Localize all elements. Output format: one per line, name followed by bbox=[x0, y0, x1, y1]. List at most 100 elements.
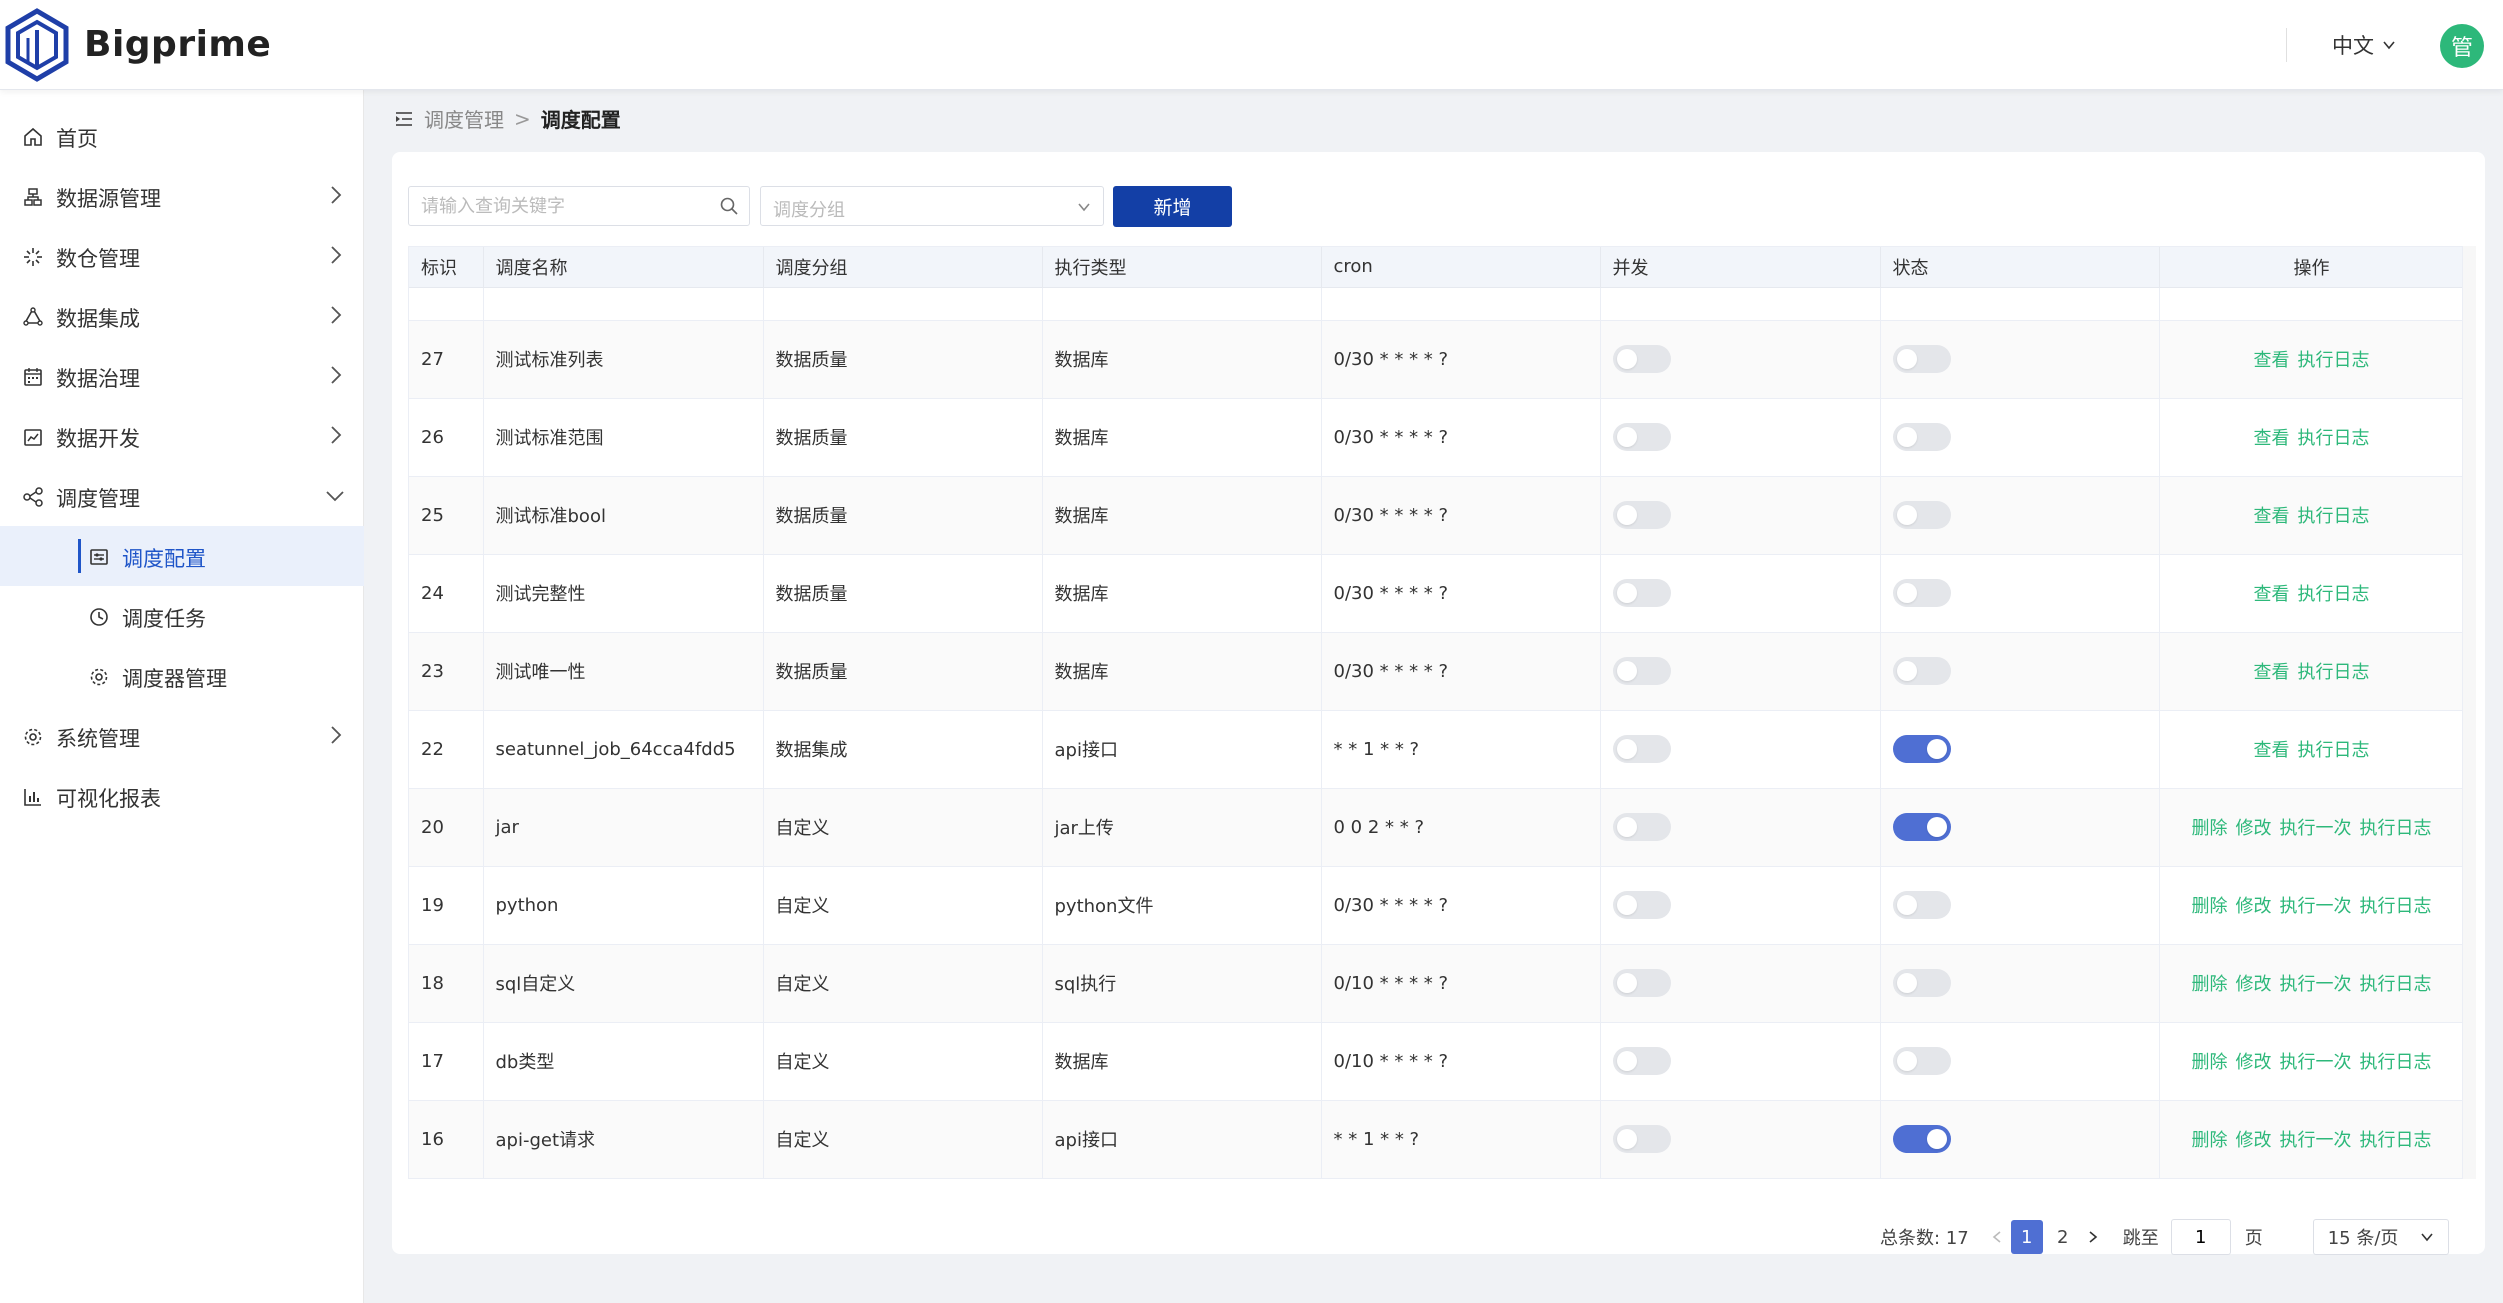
cell-id: 18 bbox=[409, 944, 484, 1023]
action-link[interactable]: 删除 bbox=[2192, 974, 2228, 995]
status-toggle[interactable] bbox=[1892, 423, 1951, 451]
status-toggle[interactable] bbox=[1892, 345, 1951, 373]
status-toggle[interactable] bbox=[1892, 969, 1951, 997]
action-link[interactable]: 查看 bbox=[2254, 350, 2290, 371]
schedule-group-select[interactable]: 调度分组 bbox=[760, 186, 1104, 226]
action-link[interactable]: 执行日志 bbox=[2298, 506, 2370, 527]
cell-concurrent bbox=[1600, 554, 1881, 633]
action-link[interactable]: 执行日志 bbox=[2298, 350, 2370, 371]
cell-type: api接口 bbox=[1042, 1100, 1322, 1178]
cell-type: 数据库 bbox=[1042, 632, 1322, 711]
concurrent-toggle[interactable] bbox=[1612, 735, 1671, 763]
concurrent-toggle[interactable] bbox=[1612, 813, 1671, 841]
status-toggle[interactable] bbox=[1892, 1125, 1951, 1153]
concurrent-toggle[interactable] bbox=[1612, 423, 1671, 451]
add-button[interactable]: 新增 bbox=[1113, 186, 1232, 227]
user-avatar[interactable]: 管 bbox=[2440, 24, 2484, 68]
sidebar-item-datasource[interactable]: 数据源管理 bbox=[0, 166, 364, 226]
concurrent-toggle[interactable] bbox=[1612, 1125, 1671, 1153]
action-link[interactable]: 执行日志 bbox=[2298, 428, 2370, 449]
sidebar-item-schedule-config[interactable]: 调度配置 bbox=[0, 526, 364, 586]
cell-id: 23 bbox=[409, 632, 484, 711]
concurrent-toggle[interactable] bbox=[1612, 579, 1671, 607]
sidebar-item-governance[interactable]: 数据治理 bbox=[0, 346, 364, 406]
jump-page-input[interactable] bbox=[2170, 1219, 2231, 1255]
concurrent-toggle[interactable] bbox=[1612, 345, 1671, 373]
action-link[interactable]: 执行日志 bbox=[2360, 1052, 2432, 1073]
concurrent-toggle[interactable] bbox=[1612, 1047, 1671, 1075]
action-link[interactable]: 执行日志 bbox=[2360, 818, 2432, 839]
concurrent-toggle[interactable] bbox=[1612, 891, 1671, 919]
sidebar-item-system[interactable]: 系统管理 bbox=[0, 706, 364, 766]
sidebar-item-schedule-tasks[interactable]: 调度任务 bbox=[0, 586, 364, 646]
col-header-id: 标识 bbox=[409, 247, 484, 288]
page-1-button[interactable]: 1 bbox=[2010, 1220, 2043, 1254]
search-input[interactable] bbox=[409, 187, 709, 225]
cell-name: 测试标准范围 bbox=[483, 398, 764, 477]
cell-cron: 0/10 * * * * ? bbox=[1321, 1022, 1601, 1101]
action-link[interactable]: 修改 bbox=[2236, 1052, 2272, 1073]
sidebar-item-reports[interactable]: 可视化报表 bbox=[0, 766, 364, 826]
action-link[interactable]: 删除 bbox=[2192, 818, 2228, 839]
action-link[interactable]: 修改 bbox=[2236, 896, 2272, 917]
action-link[interactable]: 执行日志 bbox=[2298, 740, 2370, 761]
cell-cron: 0/30 * * * * ? bbox=[1321, 476, 1601, 555]
sidebar-item-integration[interactable]: 数据集成 bbox=[0, 286, 364, 346]
action-link[interactable]: 查看 bbox=[2254, 428, 2290, 449]
status-toggle[interactable] bbox=[1892, 735, 1951, 763]
action-link[interactable]: 修改 bbox=[2236, 1130, 2272, 1151]
action-link[interactable]: 执行日志 bbox=[2360, 1130, 2432, 1151]
action-link[interactable]: 执行一次 bbox=[2280, 818, 2352, 839]
sidebar-item-scheduling[interactable]: 调度管理 bbox=[0, 466, 364, 526]
action-link[interactable]: 执行日志 bbox=[2298, 584, 2370, 605]
action-link[interactable]: 执行日志 bbox=[2360, 974, 2432, 995]
page-2-button[interactable]: 2 bbox=[2047, 1220, 2079, 1254]
status-toggle[interactable] bbox=[1892, 1047, 1951, 1075]
action-link[interactable]: 删除 bbox=[2192, 896, 2228, 917]
prev-page-button[interactable] bbox=[1985, 1225, 2009, 1249]
page-size-select[interactable]: 15 条/页 bbox=[2312, 1219, 2449, 1255]
action-link[interactable]: 查看 bbox=[2254, 584, 2290, 605]
action-link[interactable]: 查看 bbox=[2254, 506, 2290, 527]
sidebar-item-home[interactable]: 首页 bbox=[0, 106, 364, 166]
action-link[interactable]: 执行一次 bbox=[2280, 1130, 2352, 1151]
action-link[interactable]: 查看 bbox=[2254, 740, 2290, 761]
sidebar-item-develop[interactable]: 数据开发 bbox=[0, 406, 364, 466]
status-toggle[interactable] bbox=[1892, 657, 1951, 685]
cell-actions: 删除 修改 执行一次 执行日志 bbox=[2159, 944, 2462, 1023]
concurrent-toggle[interactable] bbox=[1612, 657, 1671, 685]
table-cell bbox=[1321, 287, 1601, 321]
action-link[interactable]: 修改 bbox=[2236, 818, 2272, 839]
table-scrollbar[interactable] bbox=[2462, 246, 2476, 1179]
status-toggle[interactable] bbox=[1892, 579, 1951, 607]
cell-group: 数据集成 bbox=[763, 710, 1043, 789]
action-link[interactable]: 查看 bbox=[2254, 662, 2290, 683]
action-link[interactable]: 执行一次 bbox=[2280, 1052, 2352, 1073]
cell-name: 测试完整性 bbox=[483, 554, 764, 633]
concurrent-toggle[interactable] bbox=[1612, 501, 1671, 529]
col-header-actions: 操作 bbox=[2159, 247, 2462, 288]
next-page-button[interactable] bbox=[2081, 1225, 2105, 1249]
status-toggle[interactable] bbox=[1892, 891, 1951, 919]
action-link[interactable]: 修改 bbox=[2236, 974, 2272, 995]
status-toggle[interactable] bbox=[1892, 501, 1951, 529]
action-link[interactable]: 删除 bbox=[2192, 1052, 2228, 1073]
language-switcher[interactable]: 中文 bbox=[2332, 30, 2396, 60]
action-link[interactable]: 执行一次 bbox=[2280, 896, 2352, 917]
col-header-type: 执行类型 bbox=[1042, 247, 1322, 288]
action-link[interactable]: 删除 bbox=[2192, 1130, 2228, 1151]
menu-fold-icon[interactable] bbox=[394, 109, 414, 129]
action-link[interactable]: 执行日志 bbox=[2360, 896, 2432, 917]
sidebar-item-label: 调度管理 bbox=[56, 487, 140, 511]
cell-id: 27 bbox=[409, 320, 484, 399]
concurrent-toggle[interactable] bbox=[1612, 969, 1671, 997]
breadcrumb-parent[interactable]: 调度管理 bbox=[424, 104, 504, 133]
cell-concurrent bbox=[1600, 632, 1881, 711]
search-icon[interactable] bbox=[719, 196, 739, 216]
status-toggle[interactable] bbox=[1892, 813, 1951, 841]
action-link[interactable]: 执行日志 bbox=[2298, 662, 2370, 683]
sidebar-item-scheduler-manage[interactable]: 调度器管理 bbox=[0, 646, 364, 706]
action-link[interactable]: 执行一次 bbox=[2280, 974, 2352, 995]
cell-group: 自定义 bbox=[763, 1100, 1043, 1178]
sidebar-item-warehouse[interactable]: 数仓管理 bbox=[0, 226, 364, 286]
